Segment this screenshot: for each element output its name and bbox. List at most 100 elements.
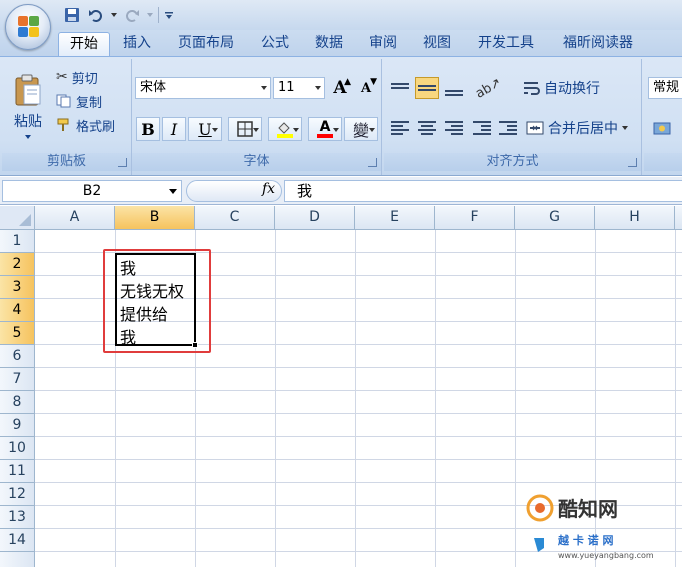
- gridline: [515, 230, 516, 567]
- row-header-2[interactable]: 2: [0, 253, 35, 276]
- number-format-combo[interactable]: 常规: [648, 77, 682, 99]
- align-bottom-icon[interactable]: [442, 77, 466, 99]
- number-group-label: [644, 153, 682, 171]
- watermark-logo: 酷知网 越 卡 诺 网 www.yueyangbang.com: [522, 486, 680, 564]
- tab-review[interactable]: 审阅: [360, 32, 406, 56]
- row-header-3[interactable]: 3: [0, 276, 35, 299]
- italic-button[interactable]: I: [162, 117, 186, 141]
- paste-dropdown-icon[interactable]: [25, 135, 31, 139]
- merge-center-dropdown-icon[interactable]: [622, 126, 628, 130]
- row-header-8[interactable]: 8: [0, 391, 35, 414]
- tab-page-layout[interactable]: 页面布局: [168, 32, 244, 56]
- tab-insert[interactable]: 插入: [114, 32, 160, 56]
- underline-button[interactable]: U: [188, 117, 222, 141]
- svg-text:酷知网: 酷知网: [558, 497, 618, 521]
- redo-dropdown-icon[interactable]: [146, 5, 154, 25]
- column-header-c[interactable]: C: [195, 206, 275, 230]
- row-header-14[interactable]: 14: [0, 529, 35, 552]
- row-header-13[interactable]: 13: [0, 506, 35, 529]
- copy-button[interactable]: 复制: [56, 91, 102, 111]
- column-header-g[interactable]: G: [515, 206, 595, 230]
- office-button[interactable]: [5, 4, 51, 50]
- gridline: [35, 436, 682, 437]
- clipboard-launcher-icon[interactable]: [118, 158, 127, 167]
- borders-icon: [237, 121, 253, 137]
- column-header-f[interactable]: F: [435, 206, 515, 230]
- align-right-icon[interactable]: [442, 117, 466, 139]
- column-header-b[interactable]: B: [115, 206, 195, 230]
- row-header-1[interactable]: 1: [0, 230, 35, 253]
- undo-dropdown-icon[interactable]: [110, 5, 118, 25]
- title-bar: [0, 0, 682, 30]
- tab-view[interactable]: 视图: [414, 32, 460, 56]
- merge-center-button[interactable]: 合并后居中: [526, 117, 628, 139]
- wrap-text-label: 自动换行: [544, 81, 600, 97]
- row-header-6[interactable]: 6: [0, 345, 35, 368]
- column-header-partial[interactable]: [675, 206, 682, 230]
- tab-data[interactable]: 数据: [306, 32, 352, 56]
- font-size-value: 11: [278, 80, 295, 95]
- save-icon[interactable]: [62, 5, 82, 25]
- tab-foxit-reader[interactable]: 福昕阅读器: [552, 32, 644, 56]
- clipboard-group: 粘贴 ✂ 剪切 复制 格式刷 剪贴板: [2, 59, 132, 175]
- row-header-4[interactable]: 4: [0, 299, 35, 322]
- column-header-h[interactable]: H: [595, 206, 675, 230]
- font-name-dropdown-icon[interactable]: [261, 86, 267, 90]
- currency-format-button[interactable]: [650, 117, 678, 141]
- insert-function-icon[interactable]: fx: [262, 181, 275, 197]
- fill-color-button[interactable]: [268, 117, 302, 141]
- column-header-d[interactable]: D: [275, 206, 355, 230]
- font-color-button[interactable]: A: [308, 117, 342, 141]
- name-box[interactable]: B2: [2, 180, 182, 202]
- row-header-15[interactable]: [0, 552, 35, 567]
- align-center-icon[interactable]: [415, 117, 439, 139]
- ribbon-tabs: 开始 插入 页面布局 公式 数据 审阅 视图 开发工具 福昕阅读器: [0, 30, 682, 56]
- grow-font-button[interactable]: A ▲: [328, 76, 352, 100]
- shrink-font-button[interactable]: A ▼: [354, 76, 378, 100]
- cut-button[interactable]: ✂ 剪切: [56, 67, 98, 87]
- gridline: [275, 230, 276, 567]
- name-box-value: B2: [82, 183, 102, 199]
- row-header-9[interactable]: 9: [0, 414, 35, 437]
- paste-button[interactable]: 粘贴: [6, 61, 50, 151]
- tab-developer[interactable]: 开发工具: [468, 32, 544, 56]
- customize-icon[interactable]: [163, 5, 175, 25]
- format-painter-label: 格式刷: [76, 119, 116, 135]
- font-size-dropdown-icon[interactable]: [315, 86, 321, 90]
- undo-icon[interactable]: [86, 5, 106, 25]
- fill-color-icon: [277, 122, 293, 138]
- font-size-combo[interactable]: 11: [273, 77, 325, 99]
- svg-text:www.yueyangbang.com: www.yueyangbang.com: [558, 551, 654, 560]
- row-header-11[interactable]: 11: [0, 460, 35, 483]
- align-left-icon[interactable]: [388, 117, 412, 139]
- row-header-5[interactable]: 5: [0, 322, 35, 345]
- align-middle-icon[interactable]: [415, 77, 439, 99]
- redo-icon[interactable]: [122, 5, 142, 25]
- format-painter-button[interactable]: 格式刷: [56, 115, 115, 135]
- name-box-dropdown-icon[interactable]: [169, 189, 177, 194]
- row-header-12[interactable]: 12: [0, 483, 35, 506]
- select-all-button[interactable]: [0, 206, 35, 230]
- orientation-button[interactable]: ab↗: [472, 75, 506, 102]
- formula-input[interactable]: 我: [284, 180, 682, 202]
- borders-button[interactable]: [228, 117, 262, 141]
- column-header-a[interactable]: A: [35, 206, 115, 230]
- align-top-icon[interactable]: [388, 77, 412, 99]
- copy-label: 复制: [76, 95, 103, 111]
- wrap-text-button[interactable]: 自动换行: [522, 77, 600, 99]
- tab-formulas[interactable]: 公式: [252, 32, 298, 56]
- row-header-7[interactable]: 7: [0, 368, 35, 391]
- bold-button[interactable]: B: [136, 117, 160, 141]
- font-launcher-icon[interactable]: [368, 158, 377, 167]
- font-name-combo[interactable]: 宋体: [135, 77, 271, 99]
- merge-center-icon: [526, 121, 544, 135]
- decrease-indent-icon[interactable]: [470, 117, 494, 139]
- column-header-e[interactable]: E: [355, 206, 435, 230]
- phonetic-button[interactable]: 變: [344, 117, 378, 141]
- tab-home[interactable]: 开始: [58, 32, 110, 56]
- alignment-launcher-icon[interactable]: [628, 158, 637, 167]
- font-group: 宋体 11 A ▲ A ▼ B I U A 變 字体: [132, 59, 382, 175]
- increase-indent-icon[interactable]: [496, 117, 520, 139]
- row-header-10[interactable]: 10: [0, 437, 35, 460]
- quick-access-toolbar: [56, 4, 175, 26]
